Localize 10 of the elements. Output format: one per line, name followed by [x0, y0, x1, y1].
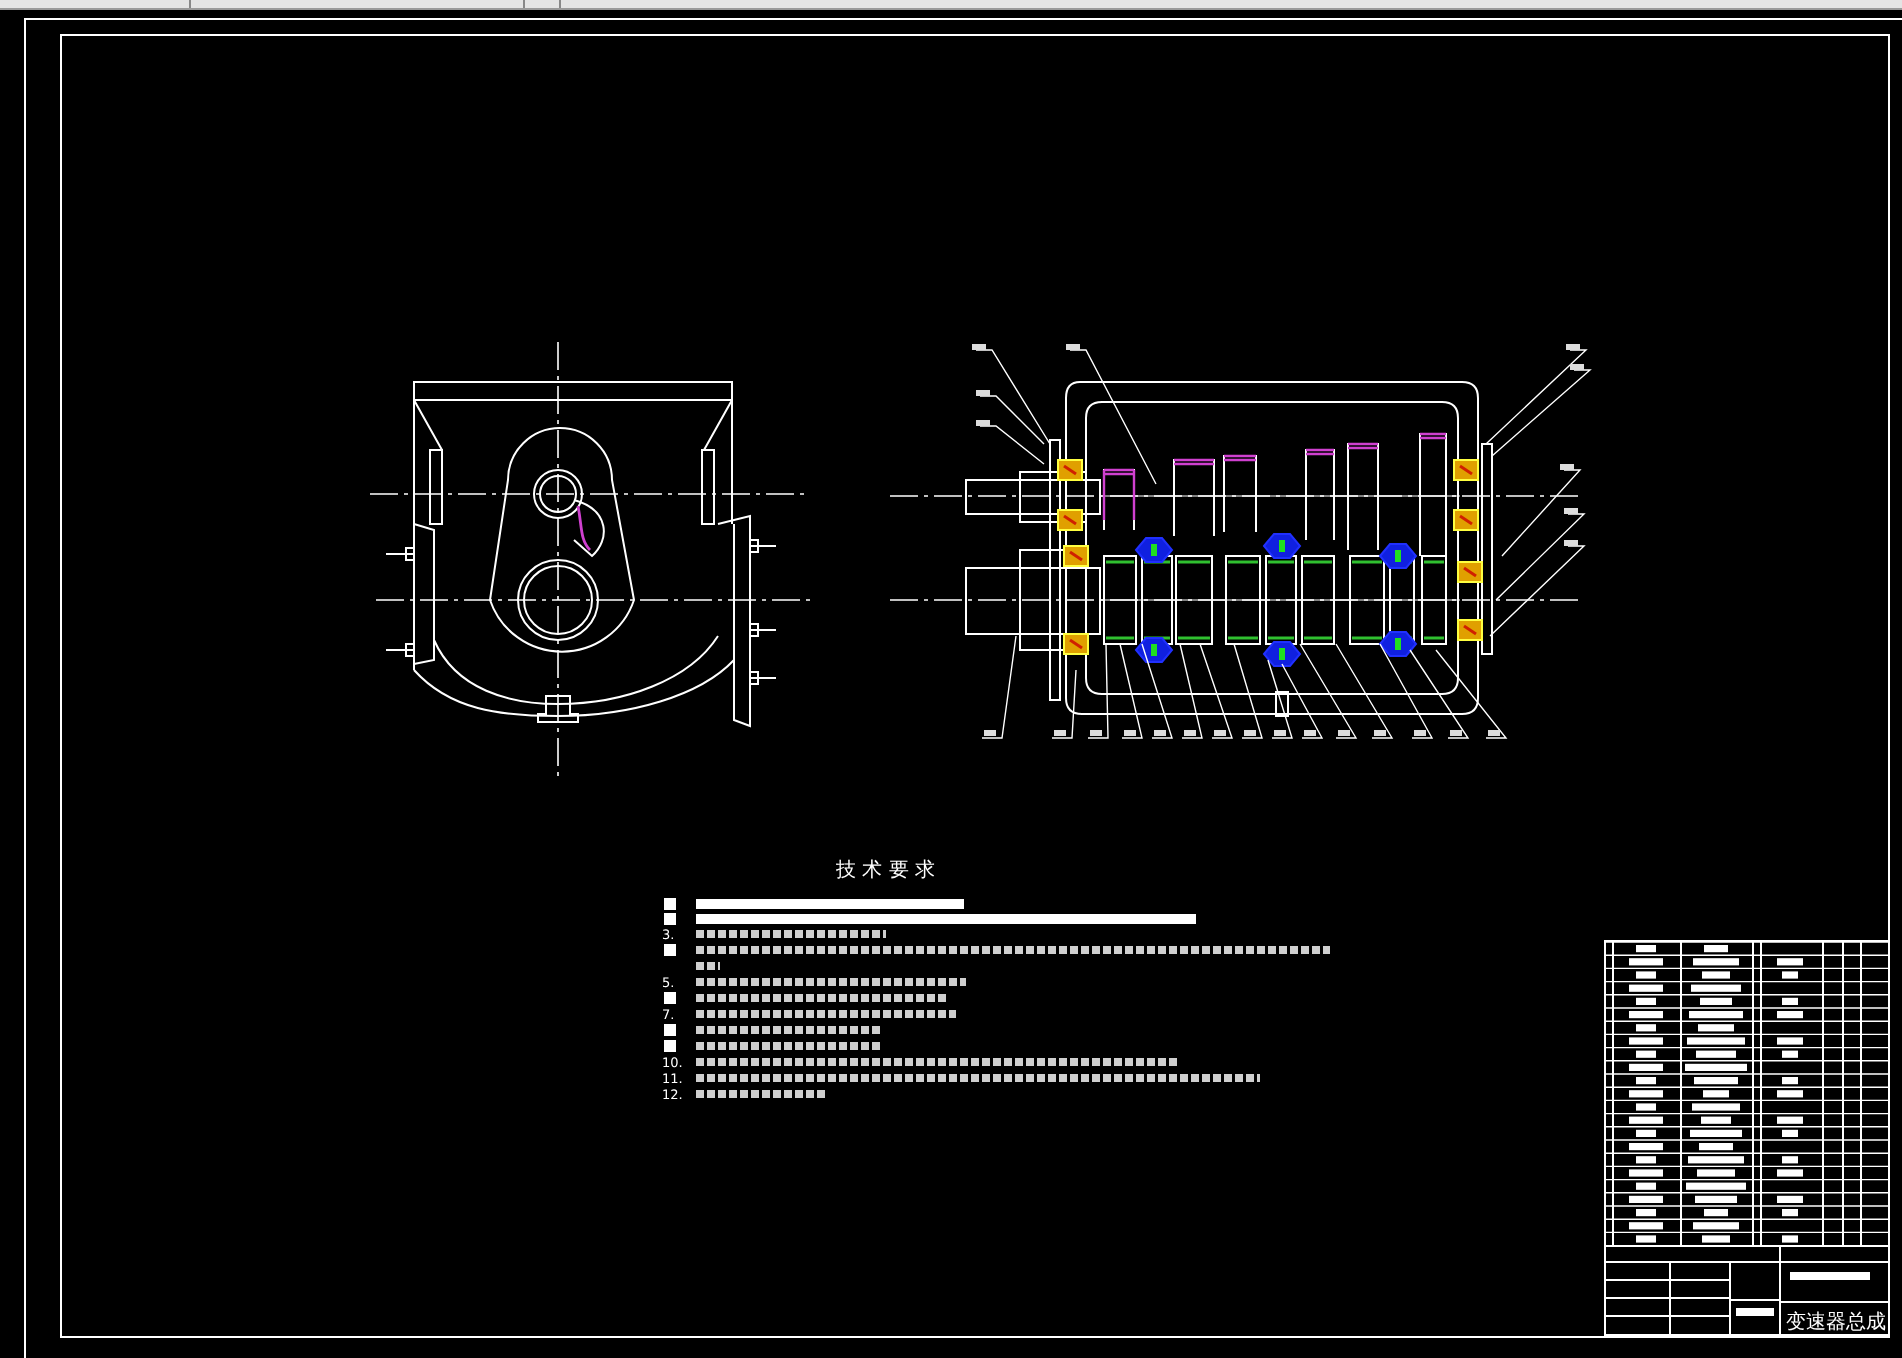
item-marker [664, 1024, 676, 1036]
illegible-text-line [696, 962, 720, 970]
item-marker [664, 1040, 676, 1052]
item-marker [664, 898, 676, 910]
item-marker [664, 944, 676, 956]
item-marker [664, 913, 676, 925]
item-marker [664, 992, 676, 1004]
requirements-title: 技 术 要 求 [836, 860, 936, 882]
drawing-name: 变速器总成 [1786, 1312, 1886, 1334]
illegible-text-line [696, 1090, 826, 1098]
